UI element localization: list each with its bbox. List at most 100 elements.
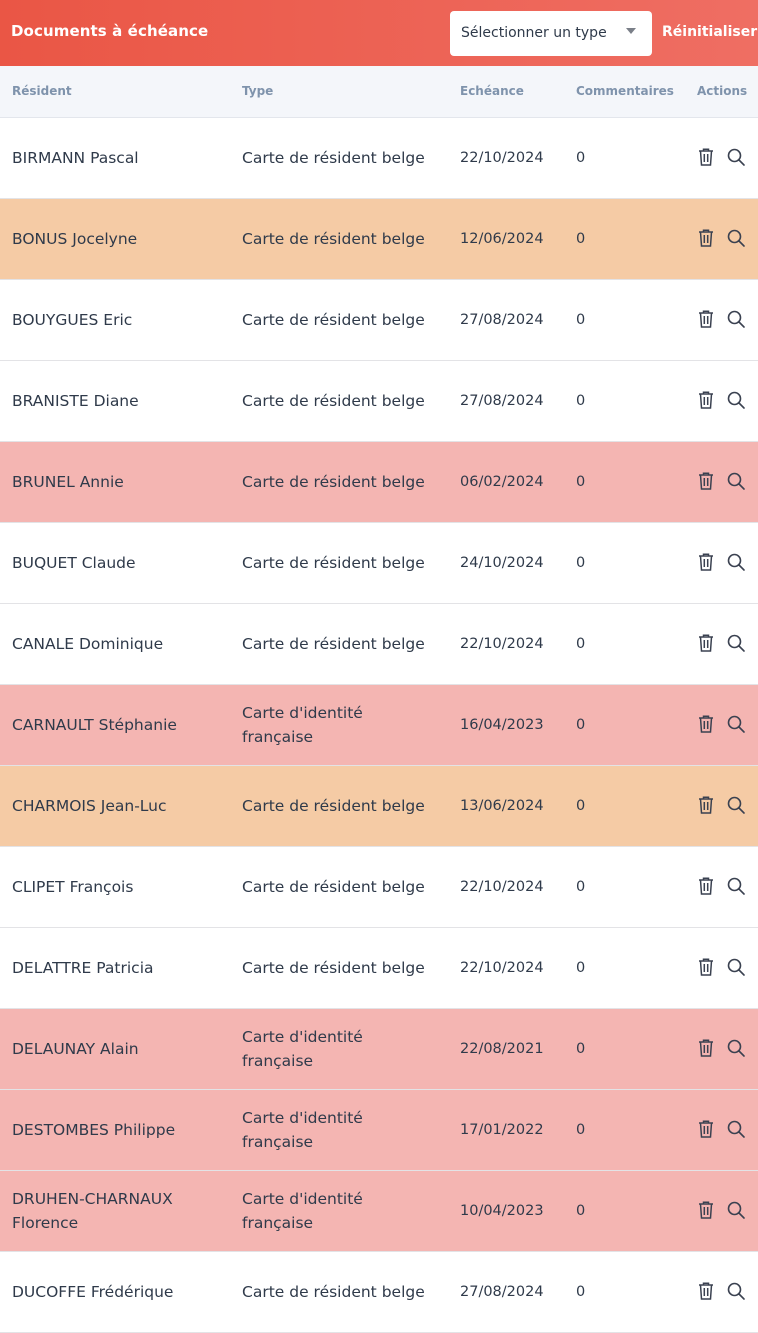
table-row[interactable]: DELATTRE Patricia Carte de résident belge… bbox=[0, 928, 758, 1009]
due-date: 24/10/2024 bbox=[460, 555, 544, 571]
row-actions bbox=[697, 957, 749, 979]
due-date: 17/01/2022 bbox=[460, 1122, 544, 1138]
search-icon[interactable] bbox=[726, 1200, 746, 1222]
table-row[interactable]: BOUYGUES Eric Carte de résident belge 27/0… bbox=[0, 280, 758, 361]
table-row[interactable]: DESTOMBES Philippe Carte d'identité franç… bbox=[0, 1090, 758, 1171]
search-icon[interactable] bbox=[726, 876, 746, 898]
trash-icon[interactable] bbox=[697, 633, 717, 655]
resident-name: BONUS Jocelyne bbox=[12, 230, 138, 248]
document-type: Carte de résident belge bbox=[242, 230, 425, 248]
column-header-due-date[interactable]: Echéance bbox=[460, 84, 524, 98]
page-header: Documents à échéance Sélectionner un typ… bbox=[0, 0, 758, 66]
trash-icon[interactable] bbox=[697, 471, 717, 493]
reset-button[interactable]: Réinitialiser bbox=[662, 24, 757, 40]
trash-icon[interactable] bbox=[697, 1281, 717, 1303]
chevron-down-icon bbox=[626, 28, 636, 34]
comments-count: 0 bbox=[576, 960, 586, 976]
search-icon[interactable] bbox=[726, 309, 746, 331]
search-icon[interactable] bbox=[726, 1038, 746, 1060]
row-actions bbox=[697, 309, 749, 331]
row-actions bbox=[697, 876, 749, 898]
comments-count: 0 bbox=[576, 231, 586, 247]
search-icon[interactable] bbox=[726, 714, 746, 736]
search-icon[interactable] bbox=[726, 552, 746, 574]
table-row[interactable]: BRANISTE Diane Carte de résident belge 27/… bbox=[0, 361, 758, 442]
resident-name: CLIPET François bbox=[12, 878, 134, 896]
column-header-comments[interactable]: Commentaires bbox=[576, 84, 674, 98]
due-date: 12/06/2024 bbox=[460, 231, 544, 247]
trash-icon[interactable] bbox=[697, 957, 717, 979]
comments-count: 0 bbox=[576, 879, 586, 895]
comments-count: 0 bbox=[576, 1041, 586, 1057]
due-date: 27/08/2024 bbox=[460, 312, 544, 328]
trash-icon[interactable] bbox=[697, 1200, 717, 1222]
trash-icon[interactable] bbox=[697, 1119, 717, 1141]
table-row[interactable]: CLIPET François Carte de résident belge 22… bbox=[0, 847, 758, 928]
comments-count: 0 bbox=[576, 1284, 586, 1300]
document-type: Carte de résident belge bbox=[242, 473, 425, 491]
column-header-type[interactable]: Type bbox=[242, 84, 273, 98]
due-date: 22/10/2024 bbox=[460, 879, 544, 895]
table-row[interactable]: CANALE Dominique Carte de résident belge 2… bbox=[0, 604, 758, 685]
table-header: Résident Type Echéance Commentaires Acti… bbox=[0, 66, 758, 118]
resident-name: BRUNEL Annie bbox=[12, 473, 124, 491]
resident-name: DUCOFFE Frédérique bbox=[12, 1283, 174, 1301]
table-row[interactable]: BONUS Jocelyne Carte de résident belge 12/… bbox=[0, 199, 758, 280]
resident-name: DRUHEN-CHARNAUX Florence bbox=[12, 1190, 173, 1232]
due-date: 22/10/2024 bbox=[460, 150, 544, 166]
document-type: Carte de résident belge bbox=[242, 959, 425, 977]
search-icon[interactable] bbox=[726, 471, 746, 493]
search-icon[interactable] bbox=[726, 633, 746, 655]
table-row[interactable]: CHARMOIS Jean-Luc Carte de résident belge… bbox=[0, 766, 758, 847]
search-icon[interactable] bbox=[726, 147, 746, 169]
trash-icon[interactable] bbox=[697, 795, 717, 817]
table-row[interactable]: CARNAULT Stéphanie Carte d'identité franç… bbox=[0, 685, 758, 766]
document-type: Carte de résident belge bbox=[242, 635, 425, 653]
row-actions bbox=[697, 1119, 749, 1141]
search-icon[interactable] bbox=[726, 1281, 746, 1303]
column-header-resident[interactable]: Résident bbox=[12, 84, 72, 98]
row-actions bbox=[697, 1200, 749, 1222]
search-icon[interactable] bbox=[726, 957, 746, 979]
comments-count: 0 bbox=[576, 717, 586, 733]
search-icon[interactable] bbox=[726, 390, 746, 412]
due-date: 13/06/2024 bbox=[460, 798, 544, 814]
comments-count: 0 bbox=[576, 636, 586, 652]
document-type: Carte de résident belge bbox=[242, 554, 425, 572]
resident-name: DESTOMBES Philippe bbox=[12, 1121, 176, 1139]
resident-name: BIRMANN Pascal bbox=[12, 149, 139, 167]
due-date: 10/04/2023 bbox=[460, 1203, 544, 1219]
type-select[interactable]: Sélectionner un type bbox=[450, 11, 652, 56]
trash-icon[interactable] bbox=[697, 876, 717, 898]
comments-count: 0 bbox=[576, 1122, 586, 1138]
trash-icon[interactable] bbox=[697, 390, 717, 412]
row-actions bbox=[697, 1281, 749, 1303]
trash-icon[interactable] bbox=[697, 552, 717, 574]
row-actions bbox=[697, 1038, 749, 1060]
table-row[interactable]: DRUHEN-CHARNAUX Florence Carte d'identité… bbox=[0, 1171, 758, 1252]
search-icon[interactable] bbox=[726, 795, 746, 817]
table-row[interactable]: BRUNEL Annie Carte de résident belge 06/02… bbox=[0, 442, 758, 523]
table-row[interactable]: DUCOFFE Frédérique Carte de résident belg… bbox=[0, 1252, 758, 1333]
document-type: Carte d'identité française bbox=[242, 1190, 363, 1232]
row-actions bbox=[697, 471, 749, 493]
trash-icon[interactable] bbox=[697, 714, 717, 736]
trash-icon[interactable] bbox=[697, 309, 717, 331]
table-row[interactable]: BIRMANN Pascal Carte de résident belge 22/… bbox=[0, 118, 758, 199]
resident-name: DELAUNAY Alain bbox=[12, 1040, 139, 1058]
trash-icon[interactable] bbox=[697, 228, 717, 250]
search-icon[interactable] bbox=[726, 228, 746, 250]
search-icon[interactable] bbox=[726, 1119, 746, 1141]
resident-name: CANALE Dominique bbox=[12, 635, 164, 653]
document-type: Carte de résident belge bbox=[242, 149, 425, 167]
due-date: 06/02/2024 bbox=[460, 474, 544, 490]
table-row[interactable]: DELAUNAY Alain Carte d'identité française… bbox=[0, 1009, 758, 1090]
trash-icon[interactable] bbox=[697, 1038, 717, 1060]
trash-icon[interactable] bbox=[697, 147, 717, 169]
table-row[interactable]: BUQUET Claude Carte de résident belge 24/1… bbox=[0, 523, 758, 604]
comments-count: 0 bbox=[576, 312, 586, 328]
row-actions bbox=[697, 552, 749, 574]
due-date: 22/08/2021 bbox=[460, 1041, 544, 1057]
page-title: Documents à échéance bbox=[11, 22, 209, 40]
resident-name: BOUYGUES Eric bbox=[12, 311, 133, 329]
